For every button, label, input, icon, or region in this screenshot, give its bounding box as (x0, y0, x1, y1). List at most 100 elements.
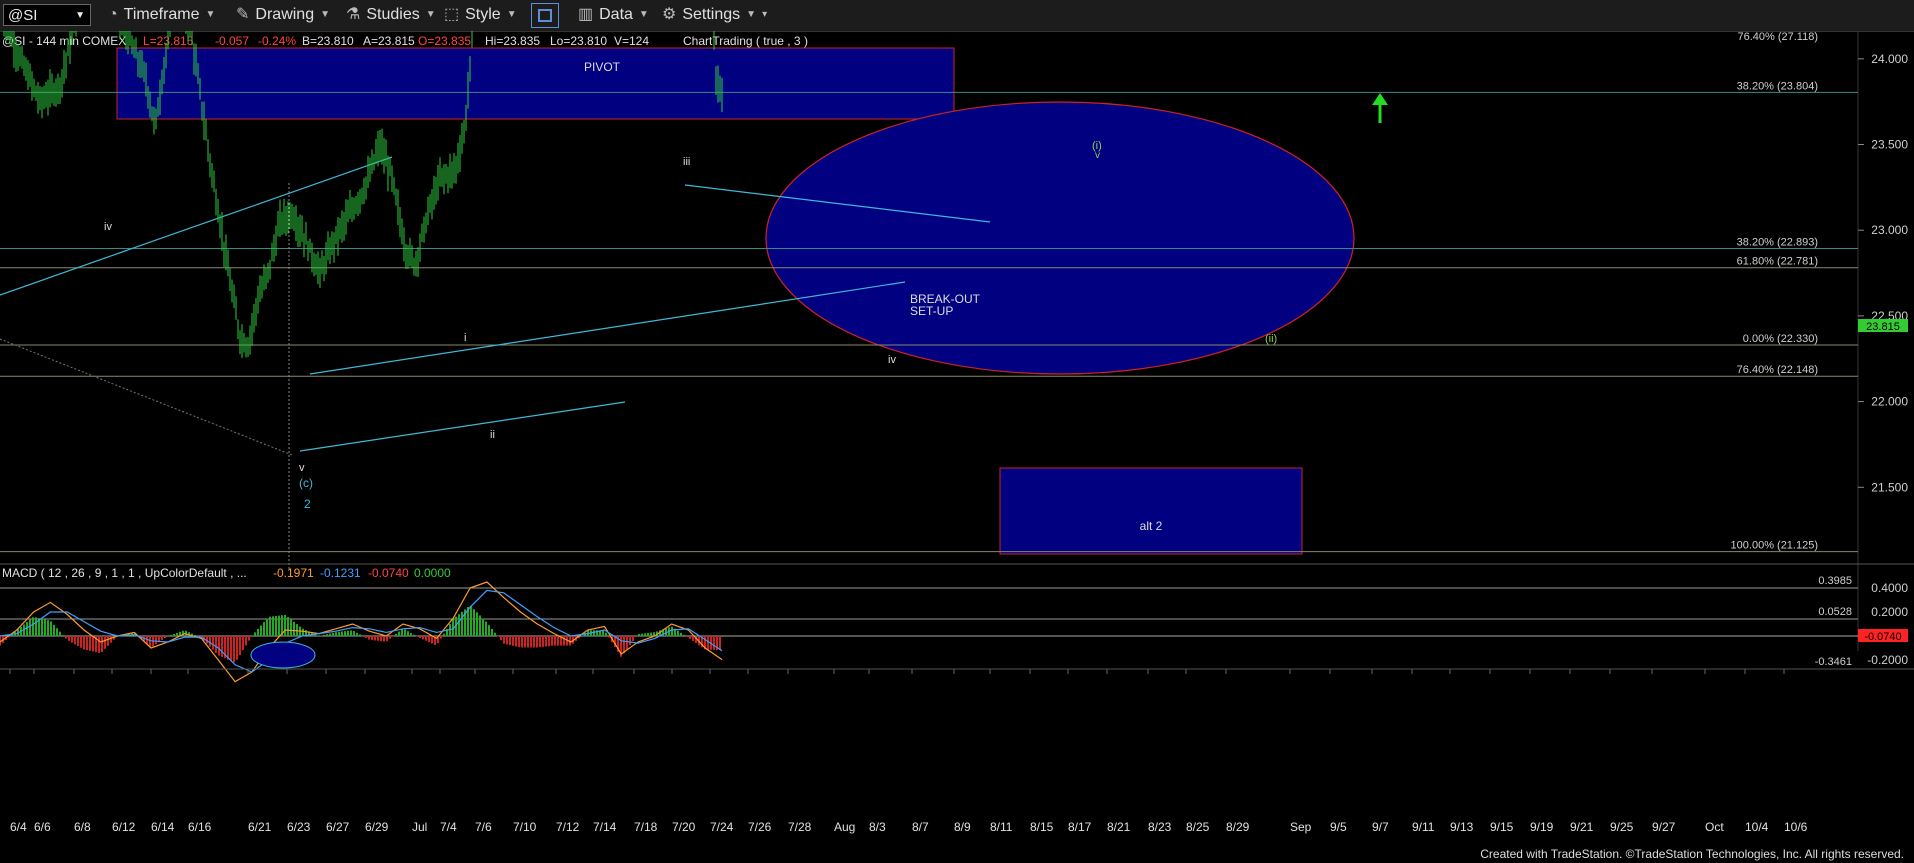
time-axis-label: Oct (1705, 820, 1724, 834)
trend-line-upper-left (0, 156, 393, 296)
price-axis-label: 24.000 (1871, 52, 1908, 66)
time-axis-label: 7/6 (475, 820, 492, 834)
time-axis-label: 6/14 (151, 820, 175, 834)
alt2-label: alt 2 (1140, 519, 1163, 533)
macd-bottom-label: -0.3461 (1815, 656, 1852, 668)
time-axis-label: Jul (412, 820, 427, 834)
timeframe-menu[interactable]: ◔ Timeframe ▼ (108, 4, 215, 26)
macd-signal-value: -0.1231 (320, 566, 361, 580)
drawing-label: Drawing (255, 6, 315, 23)
header-symbol-info: @SI - 144 min COMEX (2, 34, 126, 48)
chevron-down-icon: ▼ (425, 9, 436, 20)
pivot-label: PIVOT (584, 60, 621, 74)
header-low: Lo=23.810 (550, 34, 607, 48)
macd-line (0, 581, 723, 683)
header-volume: V=124 (614, 34, 649, 48)
time-axis-label: 8/15 (1030, 820, 1054, 834)
symbol-input[interactable]: @SI ▼ (3, 4, 91, 26)
price-axis-label: 21.500 (1871, 480, 1908, 494)
macd-current-label: -0.0740 (1864, 631, 1901, 643)
fib-label: 76.40% (22.148) (1737, 364, 1818, 376)
time-axis-label: 8/9 (954, 820, 971, 834)
time-axis-label: 6/4 (10, 820, 27, 834)
studies-label: Studies (366, 6, 420, 23)
wave-iii-label: iii (683, 156, 690, 168)
time-axis-label: 8/3 (869, 820, 886, 834)
time-axis-label: 9/7 (1372, 820, 1389, 834)
header-high: Hi=23.835 (485, 34, 540, 48)
flask-icon: ⚗ (346, 6, 361, 23)
time-axis-label: 7/4 (440, 820, 457, 834)
wave-c-label: (c) (299, 476, 313, 490)
header-ask: A=23.815 (363, 34, 415, 48)
trend-line-channel-top (309, 281, 906, 375)
clock-icon: ◔ (108, 6, 118, 23)
time-axis-label: 10/4 (1745, 820, 1769, 834)
chevron-down-icon: ▼ (320, 9, 330, 20)
time-axis-label: 8/17 (1068, 820, 1092, 834)
fib-label-clipped: 76.40% (27.118) (1737, 31, 1818, 43)
time-axis-label: 6/12 (112, 820, 136, 834)
pivot-box (116, 47, 955, 120)
time-axis-label: 7/10 (513, 820, 537, 834)
gear-icon: ⚙ (662, 6, 677, 23)
fib-label: 38.20% (23.804) (1737, 80, 1818, 92)
drawing-menu[interactable]: ✎ Drawing ▼ (236, 4, 330, 26)
time-axis-label: 9/11 (1412, 820, 1435, 834)
time-axis-label: 6/29 (365, 820, 389, 834)
macd-level-label: 0.0528 (1818, 606, 1852, 618)
wave-2-label: 2 (304, 497, 311, 511)
wave-i-label: i (464, 332, 466, 344)
settings-menu[interactable]: ⚙ Settings ▼ ▾ (662, 4, 767, 26)
time-axis-label: 7/26 (748, 820, 772, 834)
macd-signal-line (0, 589, 723, 673)
price-axis-label: 22.000 (1871, 395, 1908, 409)
header-bid: B=23.810 (302, 34, 354, 48)
time-axis-label: 8/23 (1148, 820, 1172, 834)
time-axis-label: 9/25 (1610, 820, 1634, 834)
chevron-down-icon: ▼ (506, 9, 517, 20)
time-axis-label: 7/20 (672, 820, 696, 834)
time-axis: 6/4 6/6 6/8 6/12 6/14 6/16 6/21 6/23 6/27 6/29 Jul… (9, 669, 1808, 834)
time-axis-label: 9/13 (1450, 820, 1474, 834)
time-axis-label: 8/29 (1226, 820, 1250, 834)
style-menu[interactable]: ⬚ Style ▼ (444, 4, 517, 26)
trend-line-channel-bottom (299, 401, 626, 452)
time-axis-label: 7/18 (634, 820, 658, 834)
time-axis-label: 7/12 (556, 820, 580, 834)
time-axis-label: 9/27 (1652, 820, 1676, 834)
time-axis-label: 9/5 (1330, 820, 1347, 834)
up-arrow-icon (1372, 93, 1388, 123)
macd-zero-value: 0.0000 (414, 566, 451, 580)
more-icon: ▾ (762, 9, 768, 20)
symbol-text: @SI (8, 7, 38, 24)
time-axis-label: 8/7 (912, 820, 929, 834)
data-label: Data (599, 6, 633, 23)
chevron-down-icon: ▼ (746, 9, 757, 20)
macd-low-ellipse (250, 641, 316, 669)
time-axis-label: 6/16 (188, 820, 212, 834)
footer-credit: Created with TradeStation. ©TradeStation… (1480, 847, 1904, 861)
style-icon: ⬚ (444, 6, 460, 23)
price-chart[interactable]: @SI - 144 min COMEX L=23.815 -0.057 -0.2… (0, 31, 1914, 839)
wave-v-small-label: v (1095, 150, 1100, 161)
price-axis-label: 23.500 (1871, 138, 1908, 152)
layout-button[interactable] (531, 3, 559, 28)
style-label: Style (465, 6, 501, 23)
wave-iv-label: iv (888, 354, 896, 366)
macd-axis: 0.40000.20000.0000-0.2000 (1867, 581, 1908, 667)
current-price-label: 23.815 (1866, 321, 1900, 333)
macd-axis-label: 0.2000 (1871, 605, 1908, 619)
breakout-label-line2: SET-UP (910, 304, 953, 318)
timeframe-label: Timeframe (123, 6, 200, 23)
data-menu[interactable]: ▥ Data ▼ (578, 4, 649, 26)
time-axis-label: 10/6 (1784, 820, 1808, 834)
fib-label: 100.00% (21.125) (1731, 540, 1818, 552)
header-change: -0.057 (215, 34, 249, 48)
time-axis-label: 9/15 (1490, 820, 1514, 834)
studies-menu[interactable]: ⚗ Studies ▼ (346, 4, 436, 26)
time-axis-label: 8/11 (990, 820, 1013, 834)
layout-icon (538, 9, 552, 22)
toolbar: @SI ▼ ◔ Timeframe ▼ ✎ Drawing ▼ ⚗ Studies ▼ ⬚ St… (0, 0, 1914, 32)
wave-ii-label: ii (490, 429, 495, 441)
